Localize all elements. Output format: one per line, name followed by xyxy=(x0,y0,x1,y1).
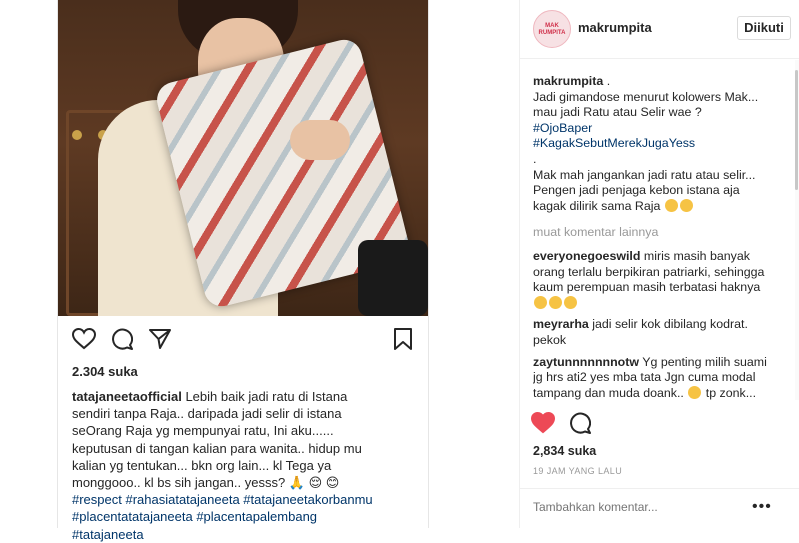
comment-username[interactable]: everyonegoeswild xyxy=(533,249,640,263)
caption-line: tatajaneetaofficial Lebih baik jadi ratu… xyxy=(72,389,348,404)
caption-username[interactable]: makrumpita xyxy=(533,74,603,88)
comments-list: makrumpita . Jadi gimandose menurut kolo… xyxy=(533,74,795,406)
hashtag-line[interactable]: #placentatatajaneeta #placentapalembang xyxy=(72,508,417,525)
hashtag-line[interactable]: #tatajaneeta xyxy=(72,526,417,543)
sad-emoji-icon xyxy=(549,295,562,309)
load-more-comments[interactable]: muat komentar lainnya xyxy=(533,225,795,241)
bookmark-icon[interactable] xyxy=(394,328,412,350)
share-icon[interactable] xyxy=(149,329,171,349)
avatar[interactable]: MAK RUMPITA xyxy=(533,10,571,48)
comment-username[interactable]: zaytunnnnnnnotw xyxy=(533,355,639,369)
left-caption: tatajaneetaofficial Lebih baik jadi ratu… xyxy=(72,388,417,543)
caption-line: Jadi gimandose menurut kolowers Mak... xyxy=(533,89,759,104)
comments-scrollbar[interactable] xyxy=(795,70,798,190)
avatar-logo-text: MAK RUMPITA xyxy=(538,23,566,36)
comment-line: kaum perempuan masih terbatasi haknya xyxy=(533,280,761,295)
right-action-bar xyxy=(519,410,799,438)
person-hand xyxy=(290,120,350,160)
comment-line: meyrarha jadi selir kok dibilang kodrat. xyxy=(533,317,748,332)
comment-username[interactable]: meyrarha xyxy=(533,317,589,331)
header-username[interactable]: makrumpita xyxy=(578,20,652,35)
caption-line: sendiri tanpa Raja.. daripada jadi selir… xyxy=(72,406,342,422)
sad-emoji-icon xyxy=(534,295,547,309)
caption-line: kagak dilirik sama Raja xyxy=(533,198,795,215)
comment-icon[interactable] xyxy=(569,412,591,434)
comment-line xyxy=(533,295,795,312)
caption-line: seOrang Raja yg mempunyai ratu, Ini aku.… xyxy=(72,423,334,439)
handbag xyxy=(358,240,428,316)
laughing-emoji-icon xyxy=(688,385,702,399)
door-knob xyxy=(72,130,82,140)
comment-icon[interactable] xyxy=(111,328,133,350)
hashtag-link[interactable]: #KagakSebutMerekJugaYess xyxy=(533,136,795,152)
caption-line: mau jadi Ratu atau Selir wae ? xyxy=(533,105,702,120)
caption-line: Mak mah jangankan jadi ratu atau selir..… xyxy=(533,167,756,182)
heart-filled-icon[interactable] xyxy=(531,412,555,434)
post-timestamp[interactable]: 19 JAM YANG LALU xyxy=(533,466,622,476)
caption-line: Pengen jadi penjaga kebon istana aja xyxy=(533,183,740,198)
comment-line: jg hrs ati2 yes mba tata Jgn cuma modal xyxy=(533,370,756,385)
caption-line: monggooo.. kl bs sih jangan.. yesss? 🙏 😌… xyxy=(72,475,340,491)
laughing-emoji-icon xyxy=(664,198,678,212)
heart-outline-icon[interactable] xyxy=(72,328,96,350)
caption-line: . xyxy=(533,151,537,166)
comment-line: orang terlalu berpikiran patriarki, sehi… xyxy=(533,264,765,279)
caption-line: makrumpita . xyxy=(533,74,611,88)
caption-line: keputusan di tangan kalian para wanita..… xyxy=(72,440,362,456)
laughing-emoji-icon xyxy=(679,198,693,212)
left-like-count[interactable]: 2.304 suka xyxy=(72,364,138,379)
following-button[interactable]: Diikuti xyxy=(737,16,791,40)
right-like-count[interactable]: 2,834 suka xyxy=(533,444,596,458)
hashtag-link[interactable]: #OjoBaper xyxy=(533,121,795,137)
left-action-bar xyxy=(57,326,427,356)
hashtag-line[interactable]: #respect #rahasiatatajaneeta #tatajaneet… xyxy=(72,491,417,508)
more-options-icon[interactable]: ••• xyxy=(752,498,772,516)
comment-line: everyonegoeswild miris masih banyak xyxy=(533,248,750,263)
caption-line: kalian yg tentukan... bkn org lain... kl… xyxy=(72,457,332,473)
add-comment-input[interactable] xyxy=(533,500,743,514)
divider xyxy=(519,488,799,489)
post-photo[interactable] xyxy=(58,0,428,316)
comment-line: pekok xyxy=(533,332,567,347)
sad-emoji-icon xyxy=(564,295,577,309)
caption-username[interactable]: tatajaneetaofficial xyxy=(72,389,182,404)
comment-line: zaytunnnnnnnotw Yg penting milih suami xyxy=(533,354,767,369)
comment-line: tampang dan muda doank.. tp zonk... xyxy=(533,385,757,400)
